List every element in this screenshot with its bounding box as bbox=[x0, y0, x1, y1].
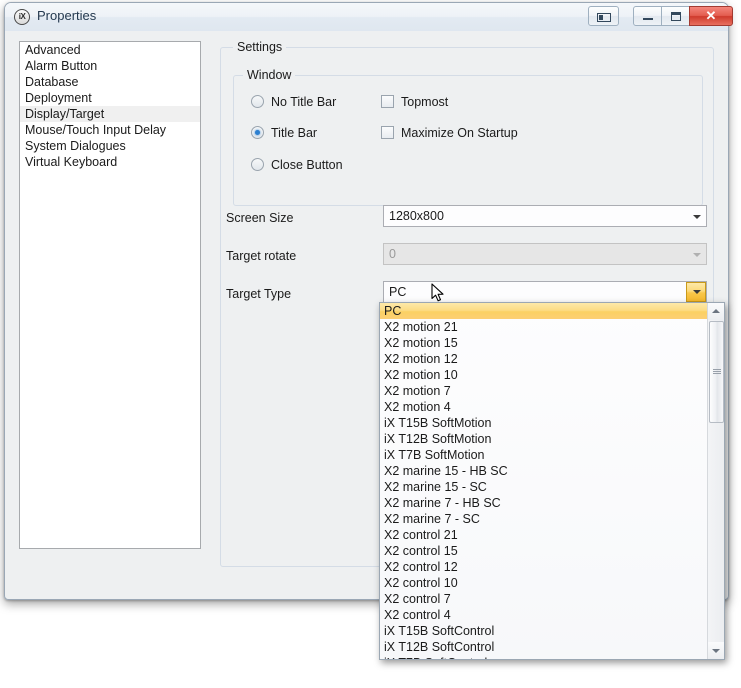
radio-close-button[interactable]: Close Button bbox=[251, 158, 343, 172]
target-type-combo[interactable]: PC bbox=[383, 281, 707, 303]
radio-no-title-bar[interactable]: No Title Bar bbox=[251, 95, 336, 109]
dropdown-option-x2-control-12[interactable]: X2 control 12 bbox=[380, 559, 708, 575]
app-icon: iX bbox=[14, 9, 30, 25]
radio-title-bar[interactable]: Title Bar bbox=[251, 126, 317, 140]
dropdown-option-x2-motion-10[interactable]: X2 motion 10 bbox=[380, 367, 708, 383]
close-icon: ✕ bbox=[705, 8, 717, 23]
close-button[interactable]: ✕ bbox=[689, 6, 733, 26]
scroll-down-icon[interactable] bbox=[708, 642, 724, 659]
sidebar-item-virtual-keyboard[interactable]: Virtual Keyboard bbox=[20, 154, 200, 170]
dropdown-scrollbar[interactable] bbox=[707, 303, 724, 659]
checkbox-topmost[interactable]: Topmost bbox=[381, 95, 448, 109]
screen-size-value: 1280x800 bbox=[389, 209, 444, 223]
dropdown-option-x2-marine-7-sc[interactable]: X2 marine 7 - SC bbox=[380, 511, 708, 527]
dropdown-option-x2-motion-21[interactable]: X2 motion 21 bbox=[380, 319, 708, 335]
radio-no-title-bar-label: No Title Bar bbox=[271, 95, 337, 109]
dropdown-option-ix-t15b-softcontrol[interactable]: iX T15B SoftControl bbox=[380, 623, 708, 639]
target-rotate-combo: 0 bbox=[383, 243, 707, 265]
radio-icon bbox=[251, 95, 264, 108]
sidebar-item-deployment[interactable]: Deployment bbox=[20, 90, 200, 106]
target-type-label: Target Type bbox=[226, 287, 292, 301]
screen-size-label: Screen Size bbox=[226, 211, 294, 225]
sidebar-item-advanced[interactable]: Advanced bbox=[20, 42, 200, 58]
dropdown-option-ix-t12b-softcontrol[interactable]: iX T12B SoftControl bbox=[380, 639, 708, 655]
scroll-up-icon[interactable] bbox=[708, 303, 724, 320]
minimize-button[interactable] bbox=[633, 6, 662, 26]
checkbox-icon bbox=[381, 126, 394, 139]
dropdown-option-ix-t15b-softmotion[interactable]: iX T15B SoftMotion bbox=[380, 415, 708, 431]
target-type-value: PC bbox=[389, 285, 407, 299]
dropdown-option-pc[interactable]: PC bbox=[380, 303, 708, 319]
dropdown-option-x2-marine-15-hb-sc[interactable]: X2 marine 15 - HB SC bbox=[380, 463, 708, 479]
radio-close-button-label: Close Button bbox=[271, 158, 343, 172]
chevron-down-icon bbox=[688, 245, 705, 263]
restore-icon-inner bbox=[598, 15, 603, 20]
window-group-label: Window bbox=[243, 68, 296, 82]
sidebar-item-system-dialogues[interactable]: System Dialogues bbox=[20, 138, 200, 154]
sidebar-item-database[interactable]: Database bbox=[20, 74, 200, 90]
target-rotate-value: 0 bbox=[389, 247, 396, 261]
dropdown-option-ix-t7b-softcontrol[interactable]: iX T7B SoftControl bbox=[380, 655, 708, 659]
dropdown-options[interactable]: PC X2 motion 21 X2 motion 15 X2 motion 12 X2… bbox=[380, 303, 708, 659]
scrollbar-thumb[interactable] bbox=[709, 321, 724, 423]
maximize-icon bbox=[670, 12, 681, 21]
category-list[interactable]: Advanced Alarm Button Database Deployment Di… bbox=[19, 41, 201, 549]
dropdown-option-x2-marine-15-sc[interactable]: X2 marine 15 - SC bbox=[380, 479, 708, 495]
dropdown-option-x2-motion-4[interactable]: X2 motion 4 bbox=[380, 399, 708, 415]
dropdown-option-x2-motion-7[interactable]: X2 motion 7 bbox=[380, 383, 708, 399]
dropdown-option-x2-motion-12[interactable]: X2 motion 12 bbox=[380, 351, 708, 367]
dropdown-option-x2-control-7[interactable]: X2 control 7 bbox=[380, 591, 708, 607]
checkbox-maximize-on-startup[interactable]: Maximize On Startup bbox=[381, 126, 518, 140]
checkbox-maximize-on-startup-label: Maximize On Startup bbox=[401, 126, 518, 140]
dropdown-option-x2-control-15[interactable]: X2 control 15 bbox=[380, 543, 708, 559]
target-rotate-label: Target rotate bbox=[226, 249, 297, 263]
target-type-dropdown-list[interactable]: PC X2 motion 21 X2 motion 15 X2 motion 12 X2… bbox=[379, 302, 725, 660]
title-bar[interactable]: iX Properties ✕ bbox=[5, 3, 733, 31]
radio-title-bar-label: Title Bar bbox=[271, 126, 318, 140]
chevron-down-icon[interactable] bbox=[686, 282, 706, 302]
window-title: Properties bbox=[37, 8, 97, 23]
radio-icon bbox=[251, 126, 264, 139]
chevron-down-icon[interactable] bbox=[688, 207, 705, 225]
dropdown-option-x2-marine-7-hb-sc[interactable]: X2 marine 7 - HB SC bbox=[380, 495, 708, 511]
maximize-button[interactable] bbox=[661, 6, 690, 26]
dropdown-option-x2-control-10[interactable]: X2 control 10 bbox=[380, 575, 708, 591]
radio-icon bbox=[251, 158, 264, 171]
dropdown-option-x2-motion-15[interactable]: X2 motion 15 bbox=[380, 335, 708, 351]
dropdown-option-x2-control-4[interactable]: X2 control 4 bbox=[380, 607, 708, 623]
sidebar-item-mouse-touch-input-delay[interactable]: Mouse/Touch Input Delay bbox=[20, 122, 200, 138]
settings-group-label: Settings bbox=[233, 40, 287, 54]
minimize-icon bbox=[642, 18, 653, 20]
sidebar-item-display-target[interactable]: Display/Target bbox=[20, 106, 200, 122]
checkbox-topmost-label: Topmost bbox=[401, 95, 449, 109]
dropdown-option-ix-t7b-softmotion[interactable]: iX T7B SoftMotion bbox=[380, 447, 708, 463]
checkbox-icon bbox=[381, 95, 394, 108]
screen-size-combo[interactable]: 1280x800 bbox=[383, 205, 707, 227]
sidebar-item-alarm-button[interactable]: Alarm Button bbox=[20, 58, 200, 74]
dropdown-option-ix-t12b-softmotion[interactable]: iX T12B SoftMotion bbox=[380, 431, 708, 447]
restore-window-button[interactable] bbox=[588, 6, 619, 26]
dropdown-option-x2-control-21[interactable]: X2 control 21 bbox=[380, 527, 708, 543]
